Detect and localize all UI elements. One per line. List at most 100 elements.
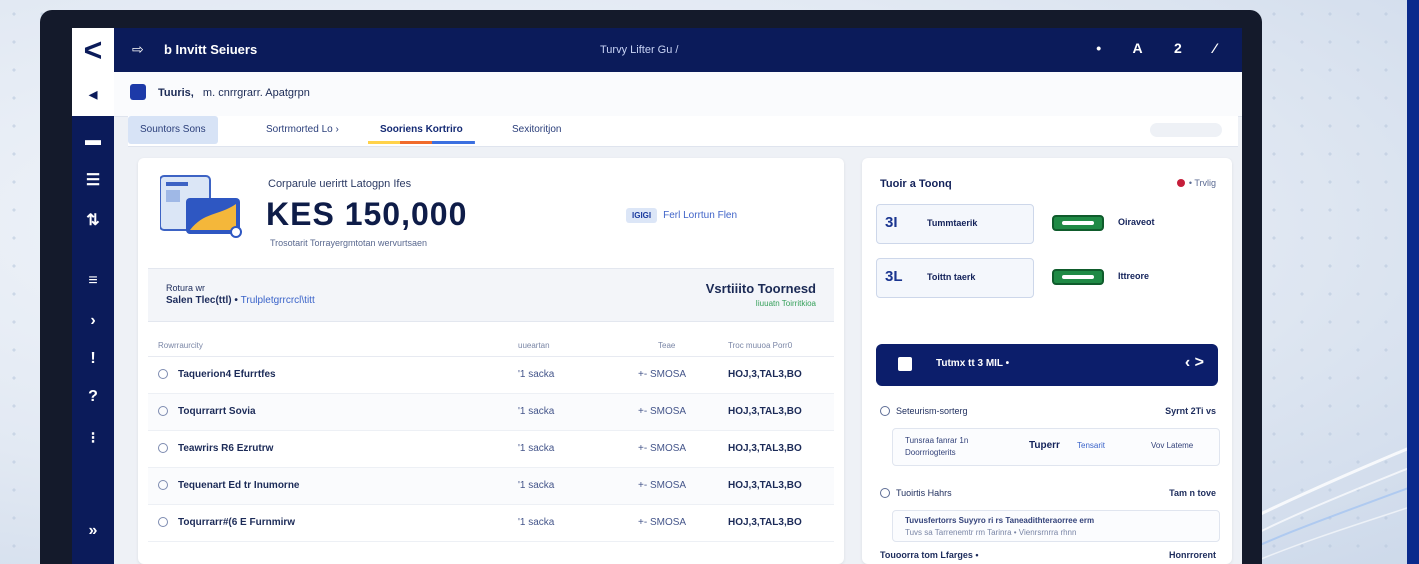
row-delta: +- SMOSA [638, 443, 687, 454]
section-footer[interactable]: Touoorra tom Lfarges • Honrrorent [880, 550, 1216, 562]
history-entry[interactable]: Tuvusfertorrs Suyyro ri rs Taneadithtera… [892, 510, 1220, 542]
table-row[interactable]: Toqurrarrt Sovia '1 sacka +- SMOSA HOJ,3… [148, 394, 834, 431]
window-controls[interactable]: • A 2 ⁄ [1096, 40, 1230, 56]
recent-entry-link[interactable]: Tensarit [1077, 441, 1105, 450]
row-pct: '1 sacka [518, 443, 555, 454]
row-select-radio[interactable] [158, 406, 168, 416]
rail-grid-icon[interactable]: ⁝ [72, 428, 114, 448]
account-icon [130, 84, 146, 100]
tab-3[interactable]: Sooriens Kortriro [368, 116, 475, 147]
history-entry-sub: Tuvs sa Tarrenemtr rm Tarinra • Vienrsrn… [905, 528, 1077, 537]
row-name: Toqurrarr#(6 E Furnmirw [178, 517, 296, 528]
recent-entry-action[interactable]: Vov Lateme [1151, 441, 1193, 450]
status-indicator: • Trvlig [1176, 178, 1216, 188]
rail-chevron-icon[interactable]: › [72, 312, 114, 330]
section-recent-meta: Syrnt 2Ti vs [1165, 406, 1216, 416]
row-select-radio[interactable] [158, 443, 168, 453]
section-footer-title: Touoorra tom Lfarges • [880, 550, 979, 560]
row-select-radio[interactable] [158, 369, 168, 379]
section-history-title: Tuoirtis Hahrs [896, 488, 952, 498]
rail-expand-icon[interactable]: » [72, 522, 114, 540]
accounts-panel: Tuoir a Toonq • Trvlig 3I Tummtaerik Oir… [862, 158, 1232, 564]
summary-right-sub: Iiuuatn Toirritkioa [755, 299, 816, 308]
table-row[interactable]: Taquerion4 Efurrtfes '1 sacka +- SMOSA H… [148, 357, 834, 394]
tab-2[interactable]: Sortrmorted Lo › [254, 116, 351, 144]
breadcrumb-path[interactable]: m. cnrrgrarr. Apatgrpn [203, 87, 310, 99]
row-amount: HOJ,3,TAL3,BO [728, 480, 802, 491]
row-name: Toqurrarrt Sovia [178, 406, 256, 417]
primary-action-label: Tutmx tt 3 MIL • [936, 358, 1010, 369]
account-action[interactable]: Oiraveot [1118, 217, 1155, 227]
table-row[interactable]: Tequenart Ed tr Inumorne '1 sacka +- SMO… [148, 468, 834, 505]
rail-inbox-icon[interactable]: ▬ [72, 132, 114, 150]
summary-bar: Rotura wr Salen Tlec(ttl) • Trulpletgrrc… [148, 268, 834, 322]
status-dot-icon [1176, 179, 1185, 187]
section-history[interactable]: Tuoirtis Hahrs Tam n tove [880, 488, 1216, 500]
row-amount: HOJ,3,TAL3,BO [728, 369, 802, 380]
balance-amount: KES 150,000 [266, 196, 468, 232]
balance-card: Corparule uerirtt Latogpn Ifes KES 150,0… [138, 158, 844, 564]
row-delta: +- SMOSA [638, 369, 687, 380]
col-header-delta[interactable]: Teae [658, 341, 675, 350]
row-amount: HOJ,3,TAL3,BO [728, 406, 802, 417]
status-label: • Trvlig [1188, 178, 1216, 188]
summary-detail: Salen Tlec(ttl) • Trulpletgrrcrcl\titt [166, 295, 315, 306]
app-window: < ⇨ b Invitt Seiuers Turvy Lifter Gu / •… [72, 28, 1242, 564]
summary-right-title: Vsrtiiito Toornesd [705, 281, 816, 296]
col-header-pct[interactable]: uueartan [518, 341, 550, 350]
rail-menu-icon[interactable]: ☰ [72, 170, 114, 190]
account-toggle[interactable] [1052, 215, 1104, 231]
account-badge-icon: 3L [885, 268, 903, 285]
account-action[interactable]: Ittreore [1118, 271, 1149, 281]
statement-link[interactable]: IGIGI Ferl Lorrtun Flen [626, 208, 737, 223]
card-icon [898, 357, 912, 371]
account-tile[interactable]: 3L Toittn taerk [876, 258, 1034, 298]
rail-home-icon[interactable]: ◂ [72, 72, 114, 116]
rail-info-icon[interactable]: ! [72, 350, 114, 368]
tab-4[interactable]: Sexitoritjon [500, 116, 573, 144]
section-history-icon [880, 488, 890, 498]
rail-transfer-icon[interactable]: ⇅ [72, 210, 114, 230]
chevron-icon: ‹ > [1184, 354, 1204, 371]
row-pct: '1 sacka [518, 480, 555, 491]
recent-entry[interactable]: Tunsraa fanrar 1n Doorrriogterits Tuperr… [892, 428, 1220, 466]
balance-caption: Corparule uerirtt Latogpn Ifes [268, 178, 412, 190]
row-amount: HOJ,3,TAL3,BO [728, 443, 802, 454]
table-row[interactable]: Teawrirs R6 Ezrutrw '1 sacka +- SMOSA HO… [148, 431, 834, 468]
row-select-radio[interactable] [158, 517, 168, 527]
section-recent-icon [880, 406, 890, 416]
tab-1[interactable]: Sountors Sons [128, 116, 218, 144]
section-recent[interactable]: Seteurism-sorterg Syrnt 2Ti vs [880, 406, 1216, 418]
statement-link-text[interactable]: Ferl Lorrtun Flen [663, 210, 737, 221]
back-button[interactable]: < [72, 28, 114, 72]
section-footer-meta[interactable]: Honrrorent [1169, 550, 1216, 560]
rail-help-icon[interactable]: ? [72, 388, 114, 406]
panel-heading: Tuoir a Toonq [880, 178, 952, 190]
col-header-amount[interactable]: Troc muuoa Porr0 [728, 341, 792, 350]
row-name: Teawrirs R6 Ezrutrw [178, 443, 274, 454]
account-row[interactable]: 3I Tummtaerik Oiraveot [876, 204, 1216, 244]
summary-detail-link[interactable]: Trulpletgrrcrcl\titt [241, 295, 315, 306]
balance-subtitle: Trosotarit Torrayergmtotan wervurtsaen [270, 238, 428, 248]
primary-action-button[interactable]: Tutmx tt 3 MIL • ‹ > [876, 344, 1218, 386]
account-name: Toittn taerk [927, 272, 976, 282]
row-name: Tequenart Ed tr Inumorne [178, 480, 300, 491]
table-row[interactable]: Toqurrarr#(6 E Furnmirw '1 sacka +- SMOS… [148, 505, 834, 542]
app-menu-icon[interactable]: ⇨ [132, 41, 144, 58]
search-input[interactable] [1150, 123, 1222, 137]
account-row[interactable]: 3L Toittn taerk Ittreore [876, 258, 1216, 298]
row-select-radio[interactable] [158, 480, 168, 490]
tab-bar: Sountors Sons Sortrmorted Lo › Sooriens … [128, 116, 1238, 147]
col-header-name[interactable]: Rowrraurcity [158, 341, 203, 350]
wallet-illustration [160, 175, 242, 238]
row-delta: +- SMOSA [638, 406, 687, 417]
breadcrumb-root[interactable]: Tuuris, [158, 87, 194, 99]
summary-detail-bold: Salen Tlec(ttl) • [166, 295, 238, 306]
left-rail: ◂ ▬ ☰ ⇅ ≡ › ! ? ⁝ » [72, 72, 114, 564]
account-toggle[interactable] [1052, 269, 1104, 285]
recent-entry-line2: Doorrriogterits [905, 448, 956, 457]
rail-list-icon[interactable]: ≡ [72, 272, 114, 290]
account-tile[interactable]: 3I Tummtaerik [876, 204, 1034, 244]
app-title: b Invitt Seiuers [164, 42, 258, 57]
row-pct: '1 sacka [518, 517, 555, 528]
